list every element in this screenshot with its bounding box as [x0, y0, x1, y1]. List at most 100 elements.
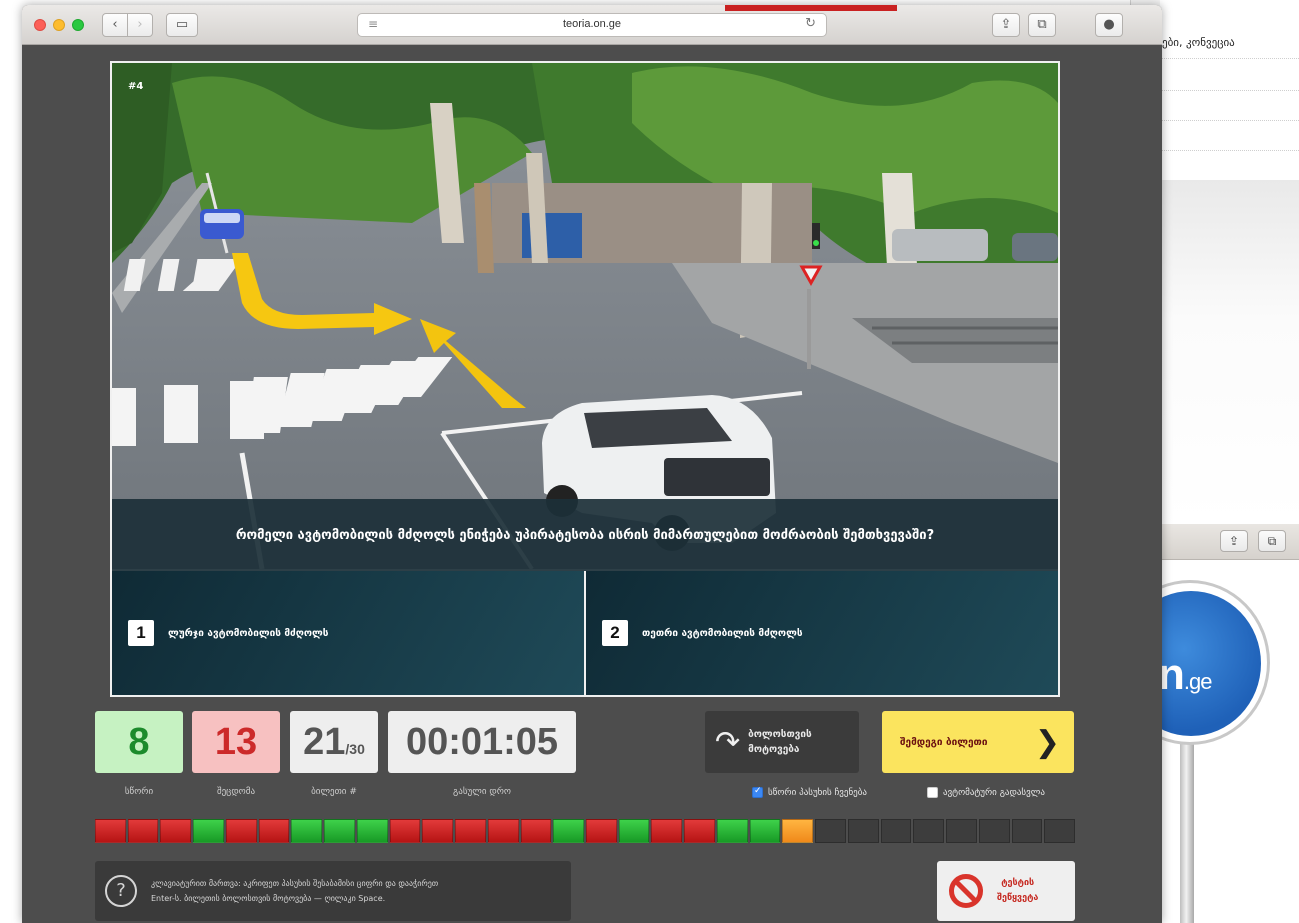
url-text[interactable]: teoria.on.ge: [358, 18, 826, 30]
stop-label-line1: ტესტის: [1001, 878, 1035, 888]
divider: [1160, 150, 1299, 151]
share-icon[interactable]: ⇪: [1220, 530, 1248, 552]
stop-label-line2: შეწყვეტა: [997, 893, 1039, 903]
answer-options: 1 ლურჯი ავტომობილის მძღოლს 2 თეთრი ავტომ…: [110, 571, 1060, 697]
progress-cell: [946, 819, 977, 843]
progress-cell: [1044, 819, 1076, 843]
chevron-right-icon: ›: [137, 17, 143, 32]
next-ticket-button[interactable]: შემდეგი ბილეთი ❯: [882, 711, 1074, 773]
progress-cell: [618, 819, 650, 843]
reload-icon[interactable]: ↻: [805, 16, 816, 31]
answer-option-2[interactable]: 2 თეთრი ავტომობილის მძღოლს: [586, 571, 1058, 695]
question-number: #4: [128, 81, 144, 92]
progress-cell: [716, 819, 748, 843]
progress-cell: [193, 819, 224, 843]
progress-cell: [749, 819, 781, 843]
checkbox-checked[interactable]: [752, 786, 763, 798]
next-ticket-label: შემდეგი ბილეთი: [900, 736, 988, 748]
progress-cell: [684, 819, 715, 843]
answer-text: თეთრი ავტომობილის მძღოლს: [642, 627, 803, 639]
browser-toolbar: ‹ › ▭ ≡ teoria.on.ge ↻ ⇪ ⧉ ●: [22, 5, 1162, 45]
progress-cell: [487, 819, 519, 843]
progress-cell: [913, 819, 945, 843]
share-button[interactable]: ⇪: [992, 13, 1020, 37]
background-window-text: ები, კონვეცია: [1162, 36, 1235, 49]
page-strip: [725, 5, 897, 11]
question-text: რომელი ავტომობილის მძღოლს ენიჭება უპირატ…: [110, 499, 1060, 571]
progress-cell: [782, 819, 814, 843]
correct-label: სწორი: [124, 787, 154, 797]
back-button[interactable]: ‹: [102, 13, 128, 37]
skip-to-end-button[interactable]: ↷ ბოლოსთვის მოტოვება: [705, 711, 859, 773]
minimize-window-button[interactable]: [53, 19, 65, 31]
progress-cell: [455, 819, 486, 843]
background-window-toolbar: ⇪ ⧉: [1160, 524, 1299, 560]
forward-button[interactable]: ›: [127, 13, 153, 37]
answer-number: 2: [602, 620, 628, 646]
keyboard-hint: ? კლავიატურით მართვა: აკრიფეთ პასუხის შე…: [95, 861, 571, 921]
browser-window: ‹ › ▭ ≡ teoria.on.ge ↻ ⇪ ⧉ ● #4 რომელი ა…: [22, 5, 1162, 923]
progress-cell: [389, 819, 421, 843]
progress-cell: [815, 819, 846, 843]
sign-logo-text: n.ge: [1158, 650, 1212, 699]
progress-cell: [324, 819, 355, 843]
question-mark-icon: ?: [105, 875, 137, 907]
ticket-current: 21: [303, 721, 346, 763]
ticket-label: ბილეთი #: [311, 787, 357, 797]
ticket-counter: 21/30: [290, 711, 378, 773]
answer-option-1[interactable]: 1 ლურჯი ავტომობილის მძღოლს: [112, 571, 584, 695]
progress-cell: [225, 819, 257, 843]
address-bar[interactable]: ≡ teoria.on.ge ↻: [357, 13, 827, 37]
wrong-count: 13: [192, 711, 280, 773]
answer-progress-bar: [95, 819, 1076, 843]
progress-cell: [553, 819, 585, 843]
auto-next-checkbox[interactable]: ავტომატური გადასვლა: [927, 787, 1045, 798]
redo-arrow-icon: ↷: [715, 724, 741, 760]
tabs-button[interactable]: ⧉: [1028, 13, 1056, 37]
stop-test-button[interactable]: ტესტის შეწყვეტა: [937, 861, 1075, 921]
progress-cell: [258, 819, 290, 843]
hint-line2: Enter-ს. ბილეთის ბოლოსთვის მოტოვება — ღი…: [151, 894, 386, 903]
answer-text: ლურჯი ავტომობილის მძღოლს: [168, 627, 329, 639]
show-correct-checkbox[interactable]: სწორი პასუხის ჩვენება: [752, 786, 867, 798]
progress-cell: [95, 819, 126, 843]
progress-cell: [356, 819, 388, 843]
time-label: გასული დრო: [453, 787, 511, 797]
skip-label-line1: ბოლოსთვის: [748, 729, 812, 740]
prohibited-icon: [949, 874, 983, 908]
progress-cell: [160, 819, 192, 843]
tabs-icon[interactable]: ⧉: [1258, 530, 1286, 552]
show-correct-label: სწორი პასუხის ჩვენება: [768, 787, 867, 798]
share-icon: ⇪: [1000, 17, 1012, 32]
divider: [1160, 58, 1299, 59]
progress-cell: [847, 819, 879, 843]
question-image: #4: [110, 61, 1060, 571]
checkbox-unchecked[interactable]: [927, 787, 938, 798]
progress-cell: [1011, 819, 1043, 843]
progress-cell: [520, 819, 552, 843]
hint-line1: კლავიატურით მართვა: აკრიფეთ პასუხის შესა…: [151, 879, 439, 888]
auto-next-label: ავტომატური გადასვლა: [943, 787, 1045, 798]
sidebar-button[interactable]: ▭: [166, 13, 198, 37]
elapsed-time: 00:01:05: [388, 711, 576, 773]
answer-number: 1: [128, 620, 154, 646]
correct-count: 8: [95, 711, 183, 773]
progress-cell: [422, 819, 454, 843]
chevron-left-icon: ‹: [112, 17, 118, 32]
chevron-right-icon: ❯: [1034, 724, 1060, 760]
wrong-label: შეცდომა: [216, 787, 256, 797]
progress-cell: [291, 819, 323, 843]
progress-cell: [978, 819, 1010, 843]
divider: [1160, 90, 1299, 91]
tabs-icon: ⧉: [1037, 17, 1047, 32]
zoom-window-button[interactable]: [72, 19, 84, 31]
download-icon: ●: [1103, 17, 1115, 32]
progress-cell: [880, 819, 912, 843]
skip-label-line2: მოტოვება: [748, 744, 800, 755]
sidebar-icon: ▭: [175, 17, 189, 32]
ticket-total: /30: [345, 741, 365, 757]
progress-cell: [651, 819, 683, 843]
downloads-button[interactable]: ●: [1095, 13, 1123, 37]
close-window-button[interactable]: [34, 19, 46, 31]
divider: [1160, 120, 1299, 121]
